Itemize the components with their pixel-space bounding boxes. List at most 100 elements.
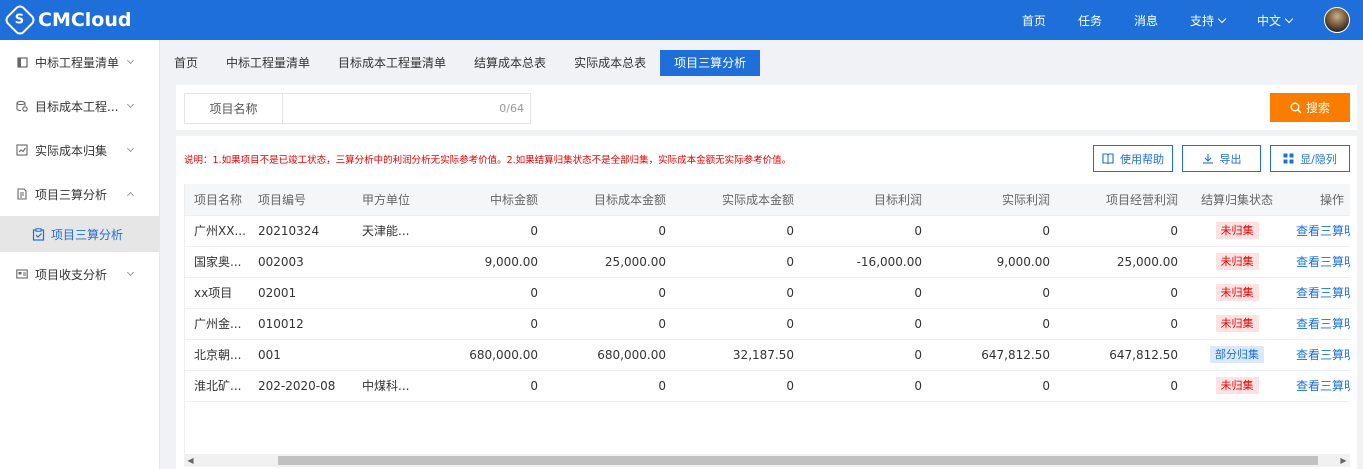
col-header[interactable]: 项目名称	[185, 184, 249, 216]
cell-value: 02001	[258, 285, 297, 300]
view-detail-link[interactable]: 查看三算明细	[1296, 348, 1350, 362]
sidebar-subitem-three-calc[interactable]: 项目三算分析	[0, 216, 159, 252]
tab-settlement-summary[interactable]: 结算成本总表	[460, 50, 560, 76]
nav-messages[interactable]: 消息	[1134, 12, 1158, 29]
nav-tasks[interactable]: 任务	[1078, 12, 1102, 29]
table-cell: 未归集	[1187, 308, 1287, 340]
download-icon	[1202, 153, 1213, 164]
cell-value: 0	[914, 285, 922, 300]
col-header[interactable]: 项目经营利润	[1059, 184, 1187, 216]
table-cell: -16,000.00	[803, 246, 931, 278]
table-row[interactable]: 广州XX... 20210324 天津能... 0 0 0 0 0 0 未归集 查看三算明细	[185, 215, 1350, 247]
status-badge: 未归集	[1215, 284, 1259, 301]
app-logo[interactable]: S CMCloud	[3, 3, 132, 37]
help-button[interactable]: 使用帮助	[1093, 145, 1173, 172]
sidebar: 中标工程量清单 目标成本工程... 实际成本归集 项目三算分析 项目三算分析 项…	[0, 40, 160, 469]
table-cell: 查看三算明细	[1287, 246, 1350, 278]
tab-three-calc-analysis[interactable]: 项目三算分析	[660, 50, 761, 76]
tab-bid-bill[interactable]: 中标工程量清单	[212, 50, 324, 76]
sidebar-item-three-calc[interactable]: 项目三算分析	[0, 172, 159, 216]
table-cell: 0	[675, 215, 803, 247]
analysis-table[interactable]: 项目名称 项目编号 甲方单位 中标金额 目标成本金额 实际成本金额 目标利润 实…	[184, 184, 1350, 454]
cell-value: 25,000.00	[604, 254, 666, 269]
search-panel: 项目名称 0/64 搜索	[176, 85, 1357, 130]
col-header[interactable]: 目标利润	[803, 184, 931, 216]
col-header[interactable]: 目标成本金额	[547, 184, 675, 216]
table-cell: 0	[1059, 215, 1187, 247]
table-cell: 9,000.00	[931, 246, 1059, 278]
cell-value: 680,000.00	[597, 347, 666, 362]
table-row[interactable]: 淮北矿... 202-2020-08 中煤科... 0 0 0 0 0 0 未归集 查看三算明细	[185, 370, 1350, 402]
top-header: S CMCloud 首页 任务 消息 支持 中文	[0, 0, 1363, 40]
book-icon	[16, 56, 28, 68]
sidebar-item-target-cost[interactable]: 目标成本工程...	[0, 84, 159, 128]
col-header[interactable]: 甲方单位	[353, 184, 437, 216]
col-header[interactable]: 中标金额	[437, 184, 547, 216]
logo-letter: S	[15, 12, 25, 28]
scroll-left-icon[interactable]: ◀	[184, 454, 197, 467]
table-row[interactable]: 广州金... 010012 0 0 0 0 0 0 未归集 查看三算明细	[185, 308, 1350, 340]
chevron-down-icon	[126, 144, 135, 153]
col-header[interactable]: 实际利润	[931, 184, 1059, 216]
nav-home[interactable]: 首页	[1022, 12, 1046, 29]
tab-actual-summary[interactable]: 实际成本总表	[560, 50, 660, 76]
cell-value: 0	[530, 285, 538, 300]
table-cell: 002003	[249, 246, 353, 278]
status-badge: 部分归集	[1210, 346, 1264, 363]
sidebar-item-bid-bill[interactable]: 中标工程量清单	[0, 40, 159, 84]
table-row[interactable]: xx项目 02001 0 0 0 0 0 0 未归集 查看三算明细	[185, 277, 1350, 309]
table-cell: 查看三算明细	[1287, 370, 1350, 402]
table-cell: 0	[437, 370, 547, 402]
table-cell: 25,000.00	[547, 246, 675, 278]
status-badge: 未归集	[1215, 377, 1259, 394]
nav-support[interactable]: 支持	[1190, 12, 1227, 29]
tab-target-bill[interactable]: 目标成本工程量清单	[324, 50, 460, 76]
tab-home[interactable]: 首页	[160, 50, 212, 76]
col-header[interactable]: 项目编号	[249, 184, 353, 216]
table-cell: xx项目	[185, 277, 249, 309]
project-name-input[interactable]	[283, 94, 490, 123]
cell-value: 647,812.50	[981, 347, 1050, 362]
table-cell: 02001	[249, 277, 353, 309]
user-avatar[interactable]	[1324, 7, 1350, 33]
status-badge: 未归集	[1215, 253, 1259, 270]
toggle-columns-button[interactable]: 显/隐列	[1270, 145, 1350, 172]
view-detail-link[interactable]: 查看三算明细	[1296, 317, 1350, 331]
sidebar-subitem-label: 项目三算分析	[51, 227, 124, 242]
table-row[interactable]: 国家奥... 002003 9,000.00 25,000.00 0 -16,000.00…	[185, 246, 1350, 278]
search-button[interactable]: 搜索	[1270, 93, 1350, 122]
table-cell: 未归集	[1187, 370, 1287, 402]
chevron-down-icon	[126, 268, 135, 277]
logo-text: CMCloud	[38, 9, 132, 31]
nav-messages-label: 消息	[1133, 13, 1158, 28]
table-cell: 查看三算明细	[1287, 308, 1350, 340]
sidebar-item-label: 目标成本工程...	[35, 99, 119, 114]
cell-value: 0	[1170, 378, 1178, 393]
table-cell: 0	[675, 370, 803, 402]
export-button[interactable]: 导出	[1182, 145, 1261, 172]
col-header[interactable]: 实际成本金额	[675, 184, 803, 216]
table-row[interactable]: 北京朝... 001 680,000.00 680,000.00 32,187.50 0 6…	[185, 339, 1350, 371]
chart-icon	[16, 144, 28, 156]
cell-value: 647,812.50	[1109, 347, 1178, 362]
table-cell: 0	[803, 308, 931, 340]
view-detail-link[interactable]: 查看三算明细	[1296, 255, 1350, 269]
cell-value: 32,187.50	[732, 347, 794, 362]
cell-value: 0	[658, 285, 666, 300]
view-detail-link[interactable]: 查看三算明细	[1296, 224, 1350, 238]
horizontal-scrollbar[interactable]: ◀ ▶	[184, 454, 1350, 467]
scrollbar-thumb[interactable]	[278, 456, 1318, 465]
sidebar-item-income-expense[interactable]: 项目收支分析	[0, 252, 159, 296]
col-header[interactable]: 结算归集状态	[1187, 184, 1287, 216]
scroll-right-icon[interactable]: ▶	[1337, 454, 1350, 467]
cell-value: 0	[530, 223, 538, 238]
col-header[interactable]: 操作	[1287, 184, 1350, 216]
sidebar-item-label: 中标工程量清单	[35, 55, 120, 70]
sidebar-item-actual-cost[interactable]: 实际成本归集	[0, 128, 159, 172]
cell-value: 0	[1042, 378, 1050, 393]
nav-language-label: 中文	[1256, 13, 1281, 28]
nav-language[interactable]: 中文	[1256, 12, 1294, 29]
view-detail-link[interactable]: 查看三算明细	[1296, 379, 1350, 393]
view-detail-link[interactable]: 查看三算明细	[1296, 286, 1350, 300]
cell-value: xx项目	[194, 286, 233, 300]
